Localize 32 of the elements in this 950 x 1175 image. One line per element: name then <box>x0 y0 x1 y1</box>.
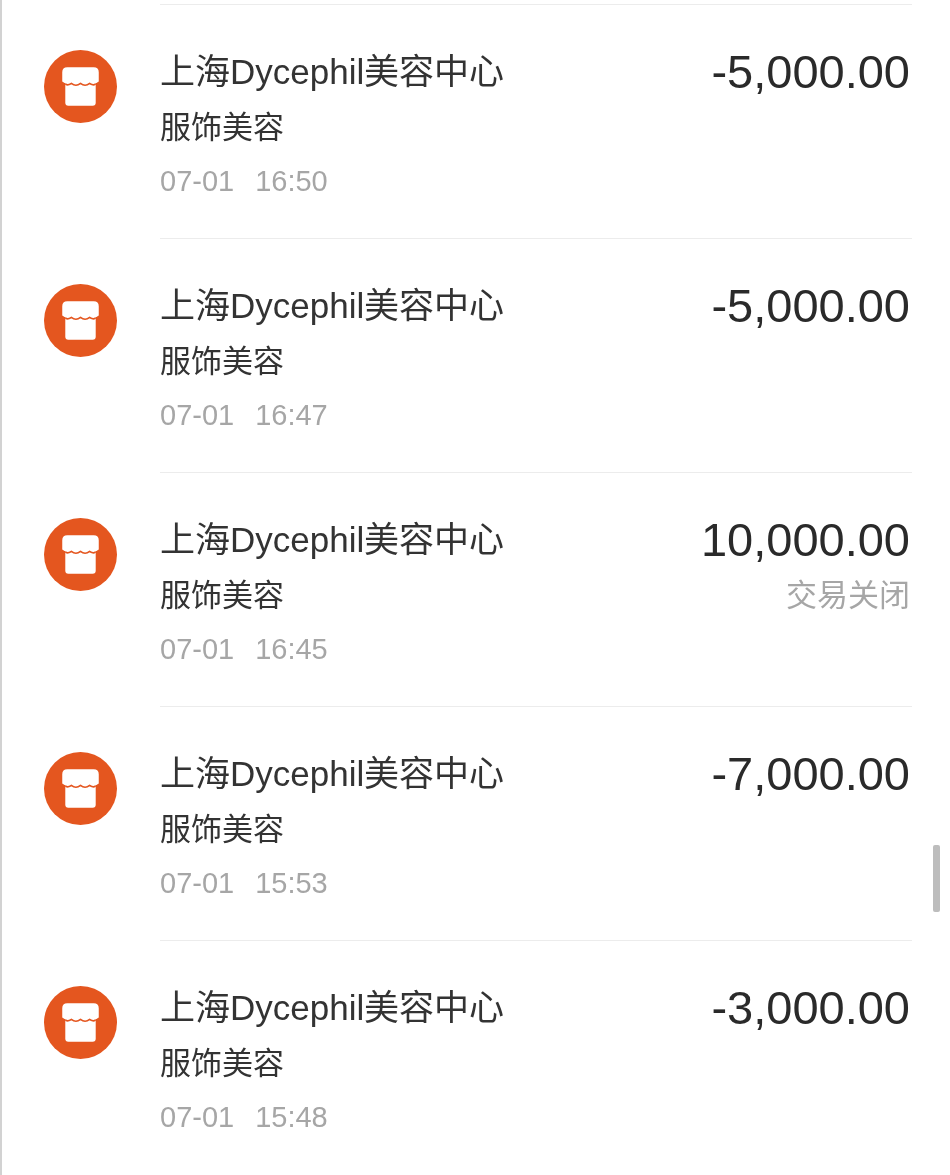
merchant-name: 上海Dycephil美容中心 <box>160 285 505 327</box>
transaction-date: 07-01 <box>160 164 235 199</box>
transaction-time: 16:47 <box>255 398 328 433</box>
merchant-name: 上海Dycephil美容中心 <box>160 987 505 1029</box>
storefront-icon <box>44 284 117 357</box>
transaction-amount: -3,000.00 <box>711 980 910 1036</box>
transaction-amount: -7,000.00 <box>711 746 910 802</box>
transaction-time: 16:45 <box>255 632 328 667</box>
transaction-time: 15:53 <box>255 866 328 901</box>
transaction-time: 15:48 <box>255 1100 328 1135</box>
transaction-date: 07-01 <box>160 398 235 433</box>
transaction-amount: -5,000.00 <box>711 278 910 334</box>
merchant-name: 上海Dycephil美容中心 <box>160 51 505 93</box>
storefront-icon <box>44 518 117 591</box>
category-label: 服饰美容 <box>160 1045 284 1083</box>
category-label: 服饰美容 <box>160 343 284 381</box>
transaction-time: 16:50 <box>255 164 328 199</box>
transaction-date: 07-01 <box>160 866 235 901</box>
transaction-date: 07-01 <box>160 632 235 667</box>
category-label: 服饰美容 <box>160 577 284 615</box>
transaction-amount: 10,000.00 <box>700 512 910 568</box>
category-label: 服饰美容 <box>160 811 284 849</box>
transaction-date: 07-01 <box>160 1100 235 1135</box>
transaction-amount: -5,000.00 <box>711 44 910 100</box>
merchant-name: 上海Dycephil美容中心 <box>160 519 505 561</box>
scroll-indicator <box>933 845 940 912</box>
storefront-icon <box>44 752 117 825</box>
storefront-icon <box>44 986 117 1059</box>
merchant-name: 上海Dycephil美容中心 <box>160 753 505 795</box>
category-label: 服饰美容 <box>160 109 284 147</box>
transaction-status: 交易关闭 <box>786 577 910 615</box>
storefront-icon <box>44 50 117 123</box>
